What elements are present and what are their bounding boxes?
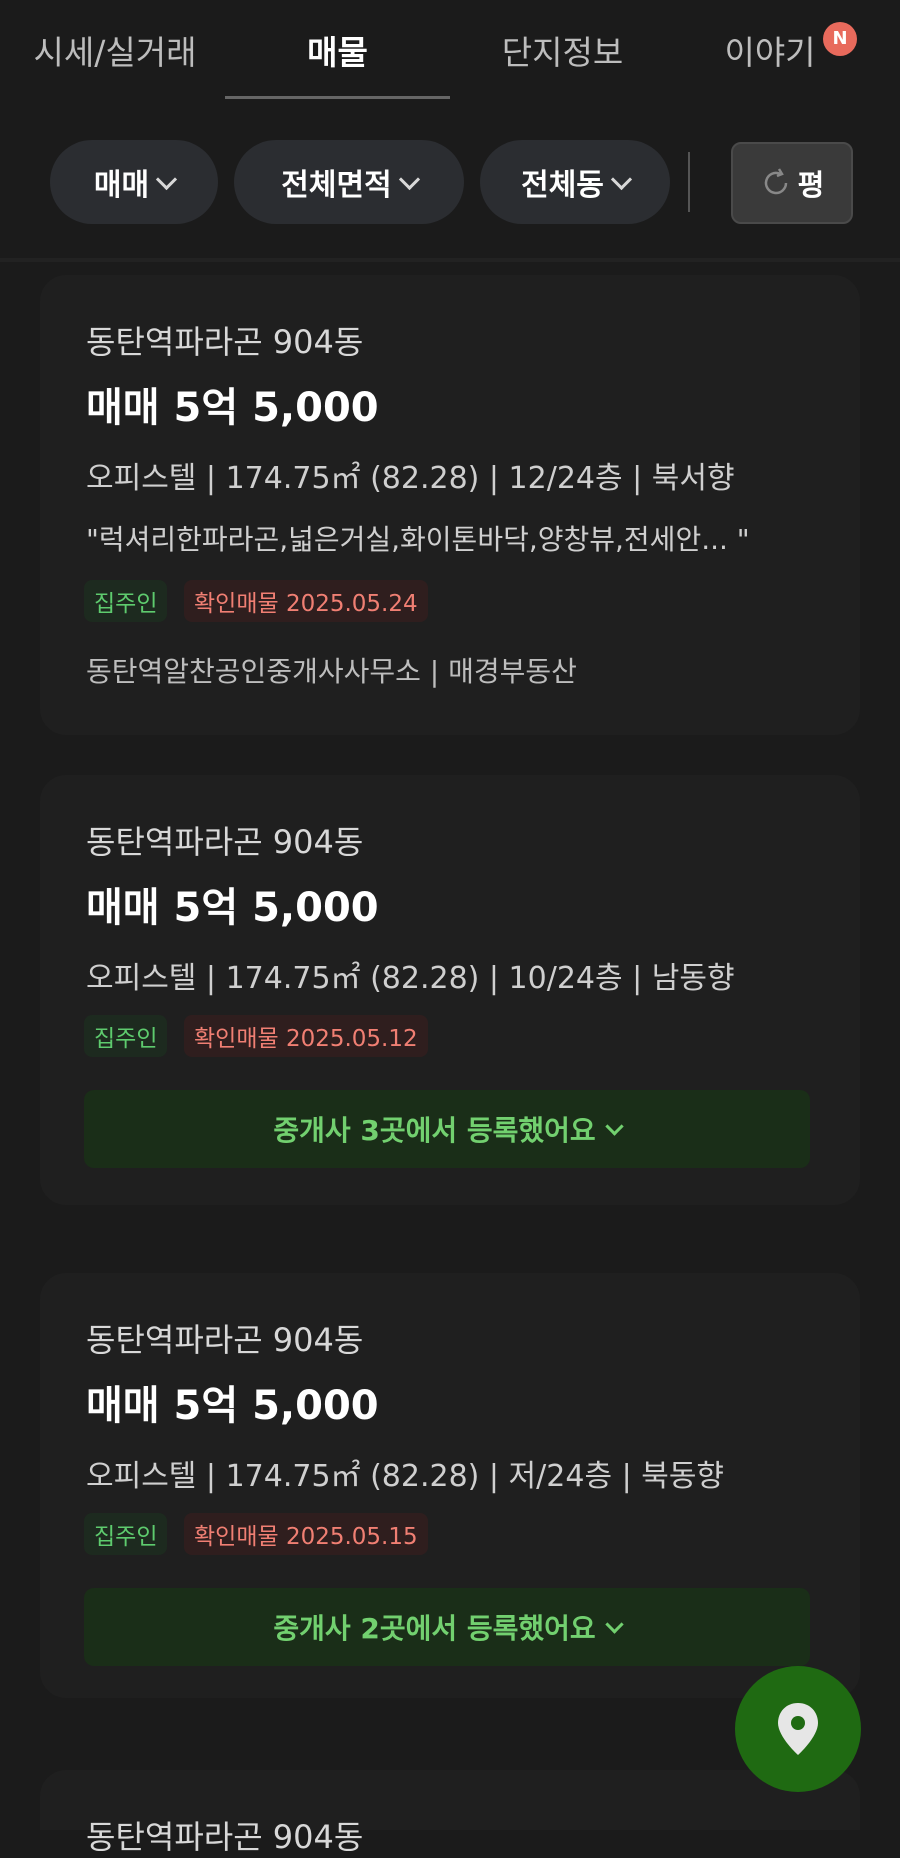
- reset-label: 평: [797, 168, 825, 202]
- verified-tag: 확인매물 2025.05.12: [184, 1015, 428, 1057]
- tab-price-history[interactable]: 시세/실거래: [10, 26, 220, 86]
- listing-spec: 오피스텔 | 174.75㎡ (82.28) | 12/24층 | 북서향: [86, 461, 735, 496]
- trade-type-label: 매매: [93, 168, 150, 203]
- owner-tag: 집주인: [84, 1015, 168, 1057]
- listing-price: 매매 5억 5,000: [86, 385, 379, 431]
- verified-tag: 확인매물 2025.05.15: [184, 1513, 428, 1555]
- listing-card[interactable]: 동탄역파라곤 904동 매매 5억 5,000 오피스텔 | 174.75㎡ (…: [40, 775, 860, 1205]
- broker-count-button[interactable]: 중개사 2곳에서 등록했어요: [84, 1588, 810, 1666]
- chevron-down-icon: [610, 168, 633, 190]
- broker-count-label: 중개사 3곳에서 등록했어요: [273, 1114, 596, 1147]
- broker-count-label: 중개사 2곳에서 등록했어요: [273, 1612, 596, 1645]
- verified-tag: 확인매물 2025.05.24: [184, 580, 428, 622]
- chevron-down-icon: [604, 1116, 624, 1136]
- tab-listings[interactable]: 매물: [225, 26, 450, 86]
- filter-divider: [688, 152, 690, 212]
- map-pin-icon: [778, 1703, 818, 1755]
- area-filter[interactable]: 전체면적: [234, 140, 464, 224]
- dong-label: 전체동: [521, 168, 604, 203]
- listing-name: 동탄역파라곤 904동: [86, 1818, 364, 1856]
- listing-card[interactable]: 동탄역파라곤 904동 매매 5억 5,000 오피스텔 | 174.75㎡ (…: [40, 275, 860, 735]
- trade-type-filter[interactable]: 매매: [50, 140, 218, 224]
- listing-price: 매매 5억 5,000: [86, 1383, 379, 1429]
- listing-name: 동탄역파라곤 904동: [86, 1321, 364, 1359]
- tab-complex-info[interactable]: 단지정보: [450, 26, 675, 86]
- refresh-icon: [764, 168, 787, 195]
- reset-unit-button[interactable]: 평: [731, 142, 853, 224]
- top-tab-bar: 시세/실거래 매물 단지정보 이야기 N: [0, 0, 900, 100]
- listing-name: 동탄역파라곤 904동: [86, 323, 364, 361]
- dong-filter[interactable]: 전체동: [480, 140, 670, 224]
- header-divider: [0, 258, 900, 262]
- listing-card[interactable]: 동탄역파라곤 904동: [40, 1770, 860, 1856]
- filter-bar: 매매 전체면적 전체동 평: [0, 140, 900, 226]
- listing-agents: 동탄역알찬공인중개사사무소 | 매경부동산: [86, 655, 577, 688]
- listing-spec: 오피스텔 | 174.75㎡ (82.28) | 저/24층 | 북동향: [86, 1459, 725, 1494]
- map-button[interactable]: [735, 1666, 861, 1792]
- area-label: 전체면적: [281, 168, 392, 203]
- chevron-down-icon: [604, 1614, 624, 1634]
- owner-tag: 집주인: [84, 1513, 168, 1555]
- listing-name: 동탄역파라곤 904동: [86, 823, 364, 861]
- owner-tag: 집주인: [84, 580, 168, 622]
- broker-count-button[interactable]: 중개사 3곳에서 등록했어요: [84, 1090, 810, 1168]
- chevron-down-icon: [155, 168, 178, 190]
- listing-spec: 오피스텔 | 174.75㎡ (82.28) | 10/24층 | 남동향: [86, 961, 735, 996]
- listing-price: 매매 5억 5,000: [86, 885, 379, 931]
- chevron-down-icon: [398, 168, 420, 190]
- listing-card[interactable]: 동탄역파라곤 904동 매매 5억 5,000 오피스텔 | 174.75㎡ (…: [40, 1273, 860, 1698]
- new-badge: N: [823, 22, 857, 56]
- listing-description: "럭셔리한파라곤,넓은거실,화이톤바닥,양창뷰,전세안... ": [86, 523, 750, 556]
- active-tab-underline: [225, 96, 450, 99]
